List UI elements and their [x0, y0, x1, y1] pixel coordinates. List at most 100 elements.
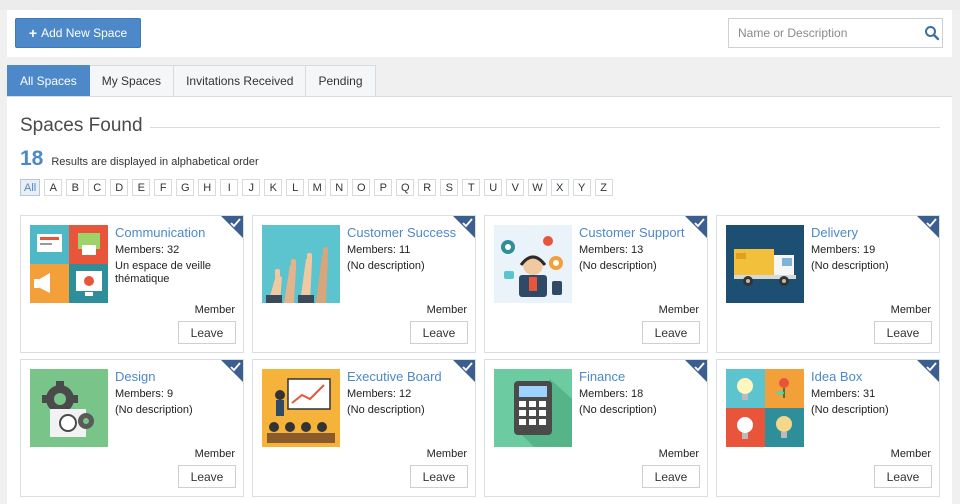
alpha-filter-a[interactable]: A	[44, 179, 63, 196]
leave-button[interactable]: Leave	[874, 465, 932, 488]
space-description: Un espace de veille thématique	[115, 260, 212, 285]
alphabet-filter: All A B C D E F G H I J K L M N O P Q R S T U V W X Y Z	[20, 179, 613, 196]
leave-button[interactable]: Leave	[410, 321, 468, 344]
alpha-filter-w[interactable]: W	[528, 179, 547, 196]
space-card: Executive Board Members: 12 (No descript…	[252, 359, 476, 497]
space-card: Idea Box Members: 31 (No description) Me…	[716, 359, 940, 497]
delivery-truck-thumbnail	[726, 225, 804, 303]
add-new-space-label: Add New Space	[41, 26, 128, 40]
space-members: Members: 18	[579, 388, 644, 400]
space-card: Customer Success Members: 11 (No descrip…	[252, 215, 476, 353]
space-card: Design Members: 9 (No description) Membe…	[20, 359, 244, 497]
space-name[interactable]: Executive Board	[347, 369, 442, 384]
add-new-space-button[interactable]: + Add New Space	[15, 18, 141, 48]
executive-board-thumbnail	[262, 369, 340, 447]
alpha-filter-l[interactable]: L	[286, 179, 305, 196]
alpha-filter-g[interactable]: G	[176, 179, 195, 196]
space-role: Member	[426, 304, 467, 316]
alpha-filter-h[interactable]: H	[198, 179, 217, 196]
space-members: Members: 13	[579, 244, 644, 256]
space-members: Members: 9	[115, 388, 174, 400]
alpha-filter-s[interactable]: S	[440, 179, 459, 196]
space-members: Members: 31	[811, 388, 876, 400]
space-members: Members: 11	[347, 244, 411, 256]
space-description: (No description)	[347, 404, 425, 416]
space-role: Member	[194, 448, 235, 460]
space-description: (No description)	[579, 404, 657, 416]
alpha-filter-k[interactable]: K	[264, 179, 283, 196]
space-name[interactable]: Finance	[579, 369, 625, 384]
leave-button[interactable]: Leave	[642, 321, 700, 344]
alpha-filter-z[interactable]: Z	[594, 179, 613, 196]
space-members: Members: 32	[115, 244, 180, 256]
space-description: (No description)	[811, 404, 889, 416]
space-card: Delivery Members: 19 (No description) Me…	[716, 215, 940, 353]
member-check-corner-icon	[221, 360, 243, 382]
tab-all-spaces[interactable]: All Spaces	[7, 65, 90, 97]
calculator-thumbnail	[494, 369, 572, 447]
alpha-filter-c[interactable]: C	[88, 179, 107, 196]
alpha-filter-x[interactable]: X	[550, 179, 569, 196]
alpha-filter-n[interactable]: N	[330, 179, 349, 196]
space-role: Member	[426, 448, 467, 460]
space-role: Member	[658, 448, 699, 460]
member-check-corner-icon	[917, 216, 939, 238]
alpha-filter-y[interactable]: Y	[572, 179, 591, 196]
space-name[interactable]: Customer Support	[579, 225, 685, 240]
alpha-filter-t[interactable]: T	[462, 179, 481, 196]
space-name[interactable]: Idea Box	[811, 369, 862, 384]
space-name[interactable]: Delivery	[811, 225, 858, 240]
alpha-filter-b[interactable]: B	[66, 179, 85, 196]
space-name[interactable]: Customer Success	[347, 225, 456, 240]
leave-button[interactable]: Leave	[642, 465, 700, 488]
space-role: Member	[194, 304, 235, 316]
customer-success-thumbnail	[262, 225, 340, 303]
top-toolbar: + Add New Space	[7, 10, 952, 57]
alpha-filter-r[interactable]: R	[418, 179, 437, 196]
tab-pending[interactable]: Pending	[306, 65, 376, 97]
space-name[interactable]: Design	[115, 369, 155, 384]
space-card: Finance Members: 18 (No description) Mem…	[484, 359, 708, 497]
results-count-text: Results are displayed in alphabetical or…	[51, 156, 259, 168]
plus-icon: +	[28, 25, 38, 41]
section-title: Spaces Found	[20, 115, 143, 136]
leave-button[interactable]: Leave	[874, 321, 932, 344]
alpha-filter-d[interactable]: D	[110, 179, 129, 196]
top-strip	[0, 0, 960, 10]
spaces-panel: Spaces Found 18 Results are displayed in…	[7, 96, 952, 504]
member-check-corner-icon	[685, 360, 707, 382]
space-name[interactable]: Communication	[115, 225, 205, 240]
member-check-corner-icon	[453, 216, 475, 238]
alpha-filter-u[interactable]: U	[484, 179, 503, 196]
alpha-filter-j[interactable]: J	[242, 179, 261, 196]
alpha-filter-p[interactable]: P	[374, 179, 393, 196]
alpha-filter-q[interactable]: Q	[396, 179, 415, 196]
design-gears-thumbnail	[30, 369, 108, 447]
leave-button[interactable]: Leave	[178, 465, 236, 488]
results-count: 18	[20, 147, 44, 170]
member-check-corner-icon	[453, 360, 475, 382]
alpha-filter-all[interactable]: All	[20, 179, 41, 196]
tab-my-spaces[interactable]: My Spaces	[89, 65, 175, 97]
communication-thumbnail	[30, 225, 108, 303]
leave-button[interactable]: Leave	[178, 321, 236, 344]
leave-button[interactable]: Leave	[410, 465, 468, 488]
space-members: Members: 19	[811, 244, 876, 256]
alpha-filter-i[interactable]: I	[220, 179, 239, 196]
search-input[interactable]	[729, 19, 909, 47]
space-description: (No description)	[115, 404, 193, 416]
space-description: (No description)	[347, 260, 425, 272]
space-role: Member	[890, 304, 931, 316]
alpha-filter-e[interactable]: E	[132, 179, 151, 196]
space-card: Communication Members: 32 Un espace de v…	[20, 215, 244, 353]
member-check-corner-icon	[685, 216, 707, 238]
alpha-filter-f[interactable]: F	[154, 179, 173, 196]
search-icon[interactable]	[924, 25, 940, 41]
idea-bulbs-thumbnail	[726, 369, 804, 447]
alpha-filter-o[interactable]: O	[352, 179, 371, 196]
alpha-filter-v[interactable]: V	[506, 179, 525, 196]
tab-invitations-received[interactable]: Invitations Received	[174, 65, 307, 97]
alpha-filter-m[interactable]: M	[308, 179, 327, 196]
member-check-corner-icon	[917, 360, 939, 382]
customer-support-thumbnail	[494, 225, 572, 303]
